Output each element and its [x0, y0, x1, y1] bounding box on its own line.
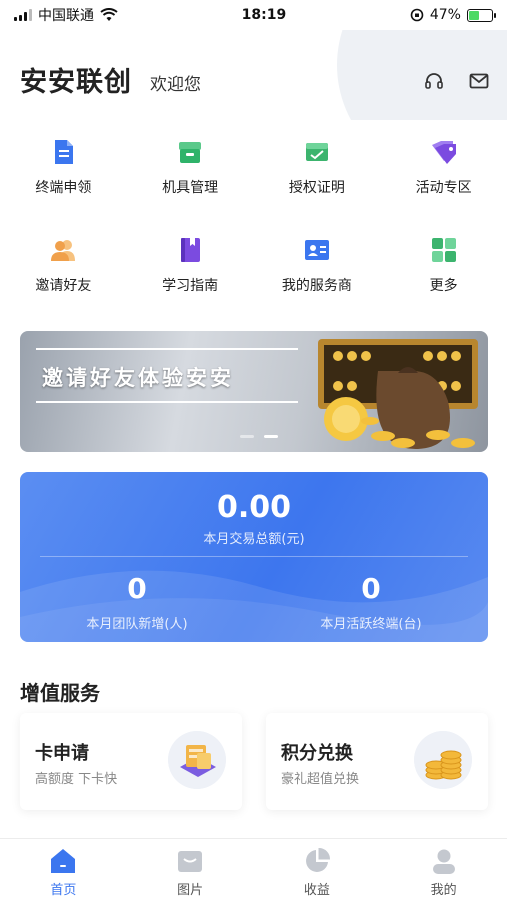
menu-item-label: 更多 [429, 278, 458, 294]
wifi-icon [100, 8, 118, 21]
tab-profile[interactable]: 我的 [380, 839, 507, 900]
tab-images-label: 图片 [177, 883, 204, 898]
orientation-lock-icon [410, 8, 424, 22]
menu-item-terminal-apply[interactable]: 终端申领 [0, 125, 127, 223]
menu-item-label: 学习指南 [162, 278, 219, 294]
id-card-icon [304, 240, 329, 260]
menu-item-device-management[interactable]: 机具管理 [127, 125, 254, 223]
points-exchange-title: 积分兑换 [281, 743, 353, 764]
menu-item-label: 我的服务商 [281, 278, 352, 294]
status-bar: 中国联通 18:19 47% [0, 0, 507, 30]
points-exchange-card[interactable]: 积分兑换 豪礼超值兑换 [266, 713, 488, 810]
pagination-dot-active[interactable] [264, 435, 278, 438]
banner-title: 邀请好友体验安安 [42, 365, 234, 390]
menu-item-authorization[interactable]: 授权证明 [254, 125, 381, 223]
grid-icon [431, 238, 456, 262]
tag-icon [431, 141, 456, 164]
card-apply-title: 卡申请 [35, 743, 89, 764]
credit-card-icon [168, 731, 226, 789]
inbox-icon [178, 851, 203, 872]
card-apply-subtitle: 高额度 下卡快 [35, 772, 118, 787]
tab-home[interactable]: 首页 [0, 839, 127, 900]
users-icon [51, 240, 76, 261]
certificate-icon [305, 143, 328, 161]
tab-images[interactable]: 图片 [127, 839, 254, 900]
pie-chart-icon [305, 847, 330, 872]
banner-top-line [36, 348, 298, 350]
active-terminals-stat: 0 本月活跃终端(台) [254, 572, 488, 632]
signal-icon [14, 9, 32, 21]
welcome-text: 欢迎您 [150, 75, 201, 95]
tab-profile-label: 我的 [430, 883, 457, 898]
document-icon [55, 140, 74, 164]
active-terminals-label: 本月活跃终端(台) [320, 617, 422, 632]
monthly-total-value: 0.00 [216, 490, 292, 525]
quick-menu: 终端申领 机具管理 授权证明 活动专区 邀请好友 学习指南 我的服务商 更多 [0, 125, 507, 315]
gold-abacus-illustration [318, 339, 478, 450]
team-new-value: 0 [127, 572, 147, 605]
value-added-title: 增值服务 [20, 681, 100, 705]
mail-icon[interactable] [468, 70, 490, 92]
menu-item-label: 机具管理 [162, 180, 219, 196]
pagination-dot[interactable] [240, 435, 254, 438]
status-time: 18:19 [241, 7, 287, 23]
points-exchange-subtitle: 豪礼超值兑换 [281, 772, 360, 787]
status-right: 47% [410, 7, 496, 23]
brand-title: 安安联创 [20, 67, 132, 98]
stats-divider [40, 556, 468, 557]
monthly-total-label: 本月交易总额(元) [203, 532, 305, 547]
battery-icon [466, 8, 496, 22]
battery-percent: 47% [429, 7, 461, 23]
monthly-stats-card: 0.00 本月交易总额(元) 0 本月团队新增(人) 0 本月活跃终端(台) [20, 472, 488, 642]
menu-item-study-guide[interactable]: 学习指南 [127, 223, 254, 321]
team-new-label: 本月团队新增(人) [86, 617, 188, 632]
tab-earnings[interactable]: 收益 [254, 839, 381, 900]
promo-banner[interactable]: 邀请好友体验安安 [20, 331, 488, 452]
team-new-stat: 0 本月团队新增(人) [20, 572, 254, 632]
menu-item-label: 邀请好友 [35, 278, 92, 294]
card-apply-card[interactable]: 卡申请 高额度 下卡快 [20, 713, 242, 810]
bottom-tab-bar: 首页 图片 收益 我的 [0, 838, 507, 900]
home-icon [51, 849, 76, 873]
menu-item-invite-friends[interactable]: 邀请好友 [0, 223, 127, 321]
user-icon [432, 849, 455, 874]
carrier-name: 中国联通 [38, 8, 94, 24]
tab-earnings-label: 收益 [303, 883, 330, 898]
archive-box-icon [179, 142, 202, 163]
menu-item-label: 终端申领 [35, 180, 92, 196]
header: 安安联创 欢迎您 [0, 30, 507, 120]
menu-item-label: 授权证明 [288, 180, 345, 196]
gold-coins-icon [414, 731, 472, 789]
banner-pagination [240, 435, 278, 438]
book-icon [181, 238, 201, 262]
headset-icon[interactable] [423, 70, 445, 92]
menu-item-activities[interactable]: 活动专区 [380, 125, 507, 223]
menu-item-more[interactable]: 更多 [380, 223, 507, 321]
status-left: 中国联通 [14, 5, 118, 25]
banner-bottom-line [36, 401, 298, 403]
menu-item-label: 活动专区 [415, 180, 472, 196]
active-terminals-value: 0 [361, 572, 381, 605]
menu-item-my-provider[interactable]: 我的服务商 [254, 223, 381, 321]
tab-home-label: 首页 [50, 883, 77, 898]
